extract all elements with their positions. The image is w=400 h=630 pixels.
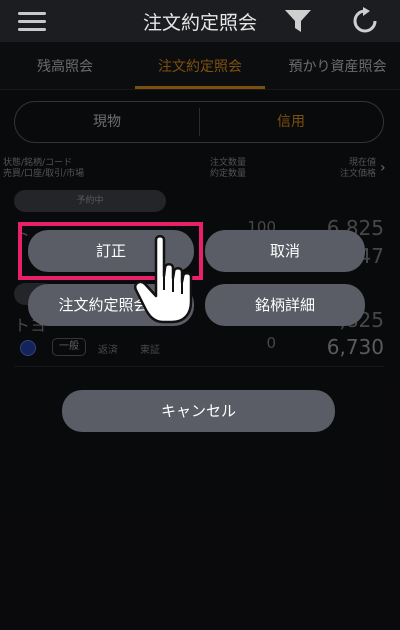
stock-detail-button[interactable]: 銘柄詳細 (205, 284, 365, 326)
menu-icon[interactable] (18, 12, 46, 32)
modal-overlay (0, 42, 400, 630)
top-bar: 注文約定照会 (0, 0, 400, 42)
cancel-order-button[interactable]: 取消 (205, 230, 365, 272)
pointing-hand-icon (134, 235, 193, 324)
filter-icon[interactable] (283, 8, 313, 34)
refresh-icon[interactable] (350, 6, 380, 36)
dismiss-button[interactable]: キャンセル (62, 390, 335, 432)
page-title: 注文約定照会 (142, 12, 257, 34)
